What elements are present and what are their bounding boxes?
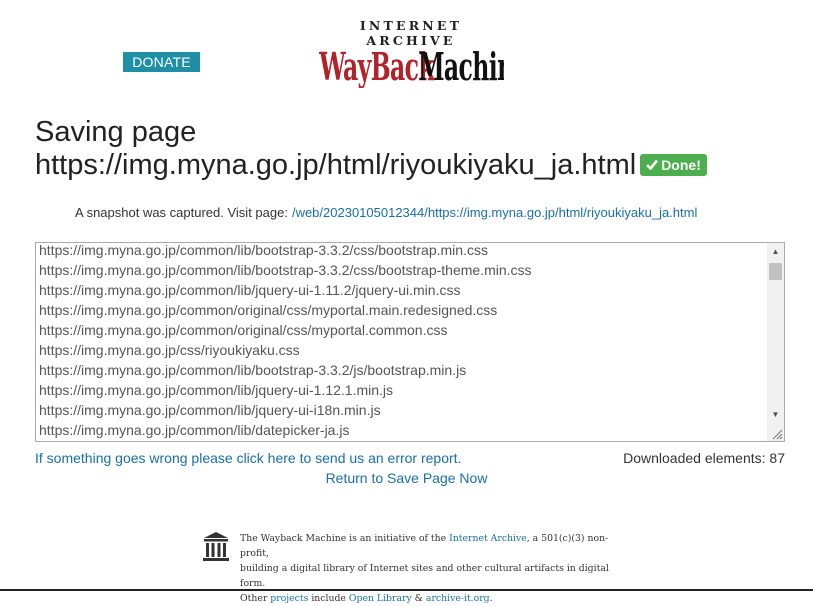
done-badge: Done! [640,154,707,176]
snapshot-message: A snapshot was captured. Visit page: /web… [75,205,697,220]
projects-link[interactable]: projects [270,593,308,604]
resource-row: https://img.myna.go.jp/common/lib/jquery… [39,402,381,418]
resource-row: https://img.myna.go.jp/common/lib/datepi… [39,422,350,438]
footer-include-text: include [311,593,346,604]
footer-line3-text: Other [240,593,268,604]
done-label: Done! [661,157,701,173]
scrollbar-thumb[interactable] [769,263,782,280]
wayback-logo[interactable]: INTERNET ARCHIVE WayBack Machine [318,18,504,88]
wayback-machine-wordmark: WayBack Machine [318,45,504,88]
footer-line2: building a digital library of Internet s… [240,563,609,589]
resources-list-content: https://img.myna.go.jp/common/lib/bootst… [39,242,532,440]
resource-row: https://img.myna.go.jp/css/riyoukiyaku.c… [39,342,300,358]
archive-it-link[interactable]: archive-it.org [426,593,490,604]
donate-button[interactable]: DONATE [123,52,200,72]
open-library-link[interactable]: Open Library [349,593,412,604]
return-link-text[interactable]: Return to Save Page Now [326,470,488,486]
footer-line1-text: The Wayback Machine is an initiative of … [240,533,447,544]
resource-row: https://img.myna.go.jp/common/lib/jquery… [39,382,394,398]
snapshot-link[interactable]: /web/20230105012344/https://img.myna.go.… [292,205,697,220]
return-link[interactable]: Return to Save Page Now [0,470,813,486]
title-url-line: https://img.myna.go.jp/html/riyoukiyaku_… [35,149,707,182]
footer-period: . [489,593,493,604]
checkmark-icon [646,154,659,176]
page-title: Saving page https://img.myna.go.jp/html/… [35,116,707,182]
scrollbar[interactable]: ▲ ▼ [767,243,784,441]
resource-row: https://img.myna.go.jp/common/lib/bootst… [39,362,467,378]
downloaded-count: Downloaded elements: 87 [623,450,785,466]
snapshot-text: A snapshot was captured. Visit page: [75,205,288,220]
resource-row: https://img.myna.go.jp/common/original/c… [39,322,448,338]
resources-list[interactable]: https://img.myna.go.jp/common/lib/bootst… [35,242,785,442]
bottom-divider [0,589,813,591]
svg-text:Machine: Machine [418,45,504,88]
resource-row: https://img.myna.go.jp/common/lib/bootst… [39,262,532,278]
error-report-link[interactable]: If something goes wrong please click her… [35,450,461,466]
resize-grip-icon[interactable] [767,424,784,441]
title-url: https://img.myna.go.jp/html/riyoukiyaku_… [35,149,637,181]
scroll-up-icon[interactable]: ▲ [767,243,784,260]
title-prefix: Saving page [35,116,197,148]
footer-amp: & [414,593,423,604]
scroll-down-icon[interactable]: ▼ [767,406,784,423]
internet-archive-link[interactable]: Internet Archive [449,533,527,544]
archive-building-icon [203,532,229,561]
resource-row: https://img.myna.go.jp/common/original/c… [39,302,498,318]
footer-text: The Wayback Machine is an initiative of … [240,531,630,606]
resource-row: https://img.myna.go.jp/common/lib/jquery… [39,282,461,298]
resource-row: https://img.myna.go.jp/common/lib/bootst… [39,242,488,258]
